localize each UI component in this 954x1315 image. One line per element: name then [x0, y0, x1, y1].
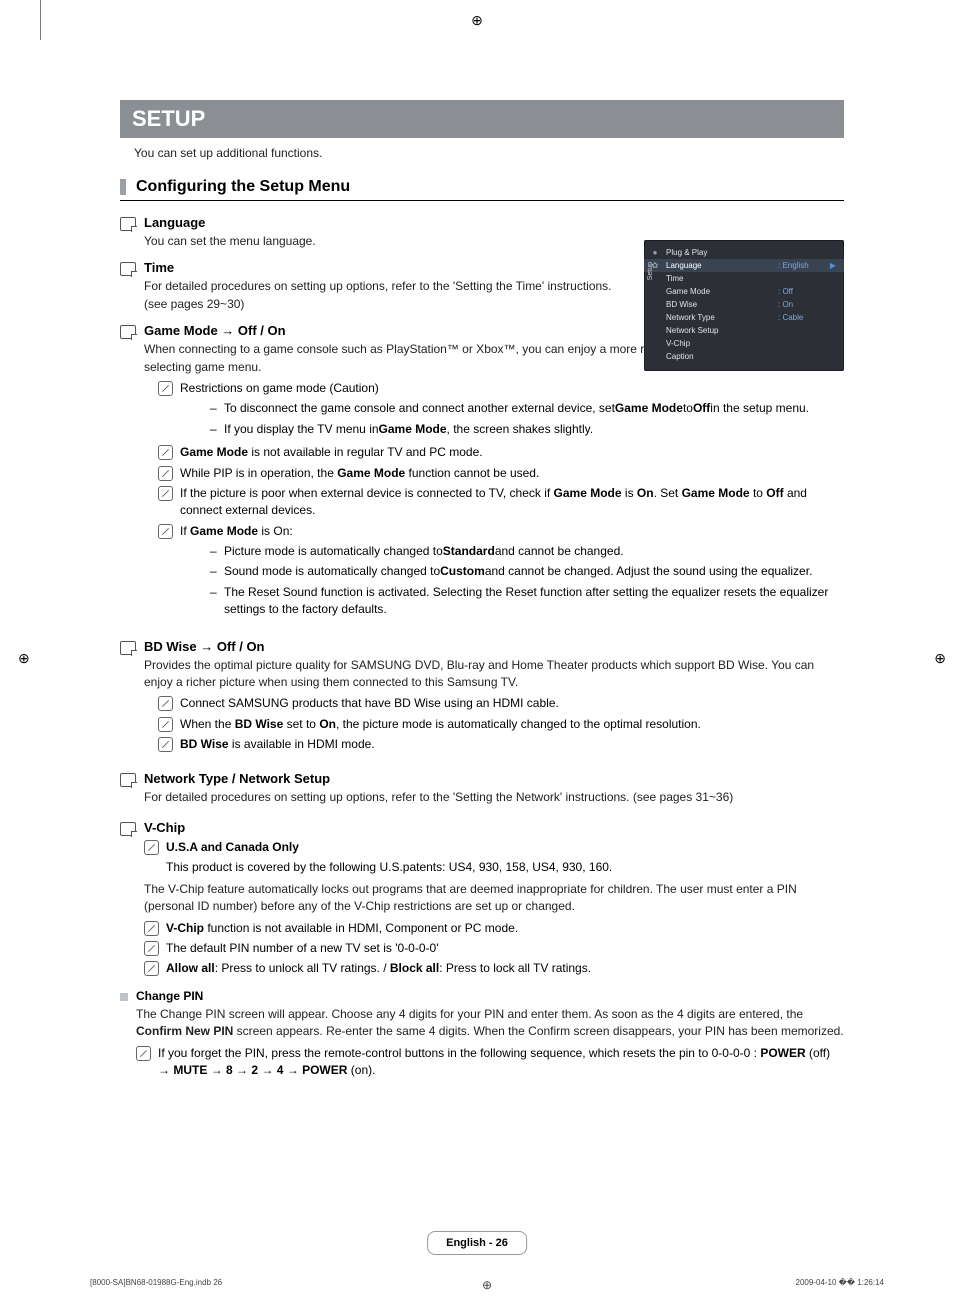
- vchip-note: V-Chip function is not available in HDMI…: [166, 920, 844, 937]
- q-icon: [120, 822, 136, 836]
- note-icon: [158, 381, 173, 396]
- bdwise-note: BD Wise is available in HDMI mode.: [180, 736, 844, 753]
- game-note-restrictions: Restrictions on game mode (Caution) To d…: [180, 380, 844, 441]
- osd-row: ● Plug & Play: [644, 246, 844, 259]
- vchip-usa-note: U.S.A and Canada Only This product is co…: [166, 839, 844, 877]
- osd-row-label: Network Setup: [666, 326, 778, 335]
- note-icon: [136, 1046, 151, 1061]
- note-icon: [158, 486, 173, 501]
- note-icon: [158, 696, 173, 711]
- bdwise-intro: Provides the optimal picture quality for…: [144, 657, 844, 692]
- osd-row-label: Network Type: [666, 313, 778, 322]
- bdwise-title: BD Wise → Off / On: [144, 639, 844, 654]
- vchip-note: Allow all: Press to unlock all TV rating…: [166, 960, 844, 977]
- printers-mark-icon: ⊕: [482, 1278, 492, 1292]
- changepin-note: If you forget the PIN, press the remote-…: [158, 1045, 844, 1080]
- osd-row-label: V-Chip: [666, 339, 778, 348]
- osd-row: Time: [644, 272, 844, 285]
- note-icon: [144, 961, 159, 976]
- note-icon: [158, 737, 173, 752]
- osd-row-label: BD Wise: [666, 300, 778, 309]
- bdwise-note: When the BD Wise set to On, the picture …: [180, 716, 844, 733]
- network-title: Network Type / Network Setup: [144, 771, 844, 786]
- note-icon: [158, 445, 173, 460]
- osd-row-label: Plug & Play: [666, 248, 778, 257]
- setup-banner: SETUP: [120, 100, 844, 138]
- section-bar-icon: [120, 179, 126, 195]
- vchip-note: The default PIN number of a new TV set i…: [166, 940, 844, 957]
- game-note: While PIP is in operation, the Game Mode…: [180, 465, 844, 482]
- printers-mark-icon: ⊕: [471, 12, 483, 29]
- page-footer: English - 26: [427, 1231, 527, 1255]
- osd-row: V-Chip: [644, 337, 844, 350]
- changepin-title: Change PIN: [136, 989, 844, 1003]
- network-body: For detailed procedures on setting up op…: [144, 789, 844, 806]
- game-bullet: The Reset Sound function is activated. S…: [210, 584, 844, 619]
- osd-row-value: : Cable: [778, 313, 826, 322]
- footer-left: [8000-SA]BN68-01988G-Eng.indb 26: [90, 1278, 222, 1287]
- game-bullet: To disconnect the game console and conne…: [210, 400, 844, 417]
- changepin-body: The Change PIN screen will appear. Choos…: [136, 1006, 844, 1041]
- osd-row: ✿Language: English▶: [644, 259, 844, 272]
- note-icon: [158, 524, 173, 539]
- osd-row: Game Mode: Off: [644, 285, 844, 298]
- note-icon: [144, 840, 159, 855]
- q-icon: [120, 217, 136, 231]
- osd-row-label: Time: [666, 274, 778, 283]
- q-icon: [120, 325, 136, 339]
- q-icon: [120, 641, 136, 655]
- osd-row: BD Wise: On: [644, 298, 844, 311]
- q-icon: [120, 262, 136, 276]
- chevron-right-icon: ▶: [826, 261, 836, 270]
- note-icon: [158, 466, 173, 481]
- time-title: Time: [144, 260, 640, 275]
- game-note-on: If Game Mode is On: Picture mode is auto…: [180, 523, 844, 622]
- game-bullet: Picture mode is automatically changed to…: [210, 543, 844, 560]
- osd-row: Caption: [644, 350, 844, 363]
- osd-row: Network Setup: [644, 324, 844, 337]
- crop-line: [40, 0, 41, 40]
- bdwise-note: Connect SAMSUNG products that have BD Wi…: [180, 695, 844, 712]
- section-header: Configuring the Setup Menu: [120, 178, 844, 201]
- osd-row-value: : English: [778, 261, 826, 270]
- q-icon: [120, 773, 136, 787]
- printers-mark-icon: ⊕: [934, 650, 946, 667]
- osd-row-label: Game Mode: [666, 287, 778, 296]
- osd-row-label: Caption: [666, 352, 778, 361]
- sub-square-icon: [120, 993, 128, 1001]
- print-footer: [8000-SA]BN68-01988G-Eng.indb 26 ⊕ 2009-…: [90, 1278, 884, 1287]
- game-bullet: Sound mode is automatically changed to C…: [210, 563, 844, 580]
- footer-right: 2009-04-10 �� 1:26:14: [796, 1278, 884, 1287]
- section-title: Configuring the Setup Menu: [136, 178, 350, 196]
- vchip-title: V-Chip: [144, 820, 844, 835]
- osd-side-label: Setup: [647, 262, 654, 280]
- note-icon: [144, 941, 159, 956]
- osd-row: Network Type: Cable: [644, 311, 844, 324]
- note-icon: [144, 921, 159, 936]
- game-bullet: If you display the TV menu in Game Mode,…: [210, 421, 844, 438]
- game-note: If the picture is poor when external dev…: [180, 485, 844, 520]
- time-body: For detailed procedures on setting up op…: [144, 278, 640, 313]
- vchip-intro: The V-Chip feature automatically locks o…: [144, 881, 844, 916]
- osd-row-icon: ●: [650, 248, 660, 257]
- printers-mark-icon: ⊕: [18, 650, 30, 667]
- language-body: You can set the menu language.: [144, 233, 640, 250]
- osd-row-label: Language: [666, 261, 778, 270]
- osd-row-value: : On: [778, 300, 826, 309]
- game-note: Game Mode is not available in regular TV…: [180, 444, 844, 461]
- osd-screenshot: Setup ● Plug & Play ✿Language: English▶ Tim…: [644, 240, 844, 371]
- language-title: Language: [144, 215, 640, 230]
- intro-text: You can set up additional functions.: [134, 146, 844, 160]
- osd-row-value: : Off: [778, 287, 826, 296]
- note-icon: [158, 717, 173, 732]
